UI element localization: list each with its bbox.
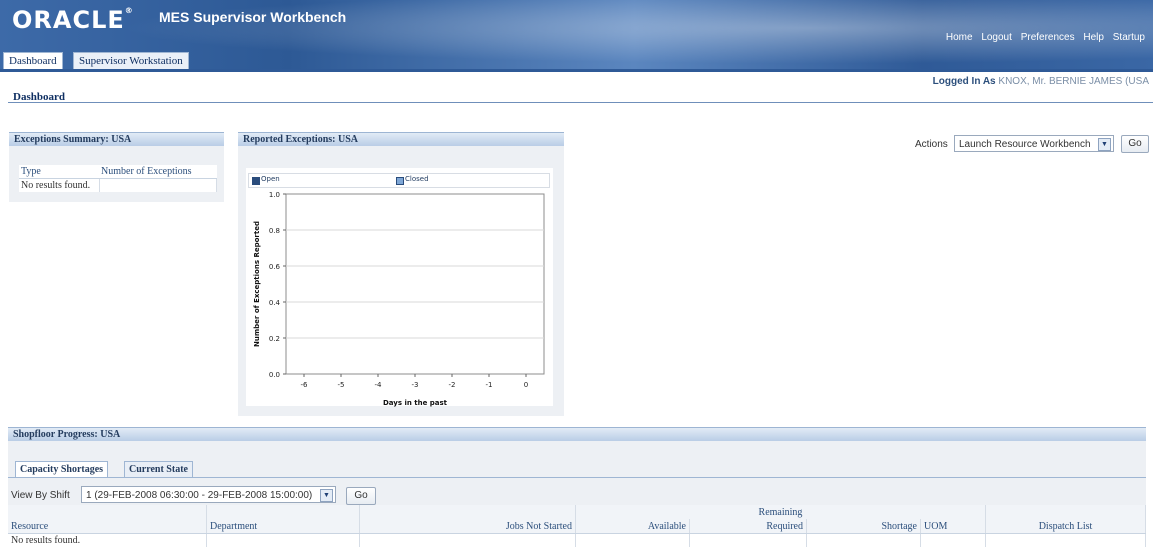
y-tick-label: 1.0 xyxy=(269,191,280,199)
empty-cell xyxy=(986,534,1146,547)
empty-message: No results found. xyxy=(8,534,207,547)
app-title: MES Supervisor Workbench xyxy=(159,9,346,25)
logged-in-label: Logged In As xyxy=(933,76,996,87)
x-tick-label: -4 xyxy=(375,381,383,389)
x-tick-label: -2 xyxy=(449,381,456,389)
legend-label-closed: Closed xyxy=(405,175,429,183)
link-startup[interactable]: Startup xyxy=(1113,32,1145,43)
y-axis-label: Number of Exceptions Reported xyxy=(253,221,261,347)
shift-select[interactable]: 1 (29-FEB-2008 06:30:00 - 29-FEB-2008 15… xyxy=(81,486,336,503)
empty-cell xyxy=(576,534,690,547)
empty-cell xyxy=(690,534,807,547)
y-tick-label: 0.6 xyxy=(269,263,281,271)
tab-supervisor-workstation[interactable]: Supervisor Workstation xyxy=(73,52,189,70)
empty-cell xyxy=(207,534,360,547)
column-header-resource[interactable]: Resource xyxy=(8,519,207,534)
x-axis-label: Days in the past xyxy=(383,399,448,407)
empty-message: No results found. xyxy=(19,179,99,193)
shopfloor-header: Shopfloor Progress: USA xyxy=(8,427,1146,441)
group-header-remaining: Remaining xyxy=(576,505,986,519)
page-title-divider xyxy=(8,102,1153,103)
x-tick-label: -3 xyxy=(412,381,419,389)
link-help[interactable]: Help xyxy=(1083,32,1104,43)
empty-cell xyxy=(360,534,576,547)
link-preferences[interactable]: Preferences xyxy=(1021,32,1075,43)
subtab-current-state[interactable]: Current State xyxy=(124,461,193,478)
x-tick-label: 0 xyxy=(524,381,528,389)
column-header-department[interactable]: Department xyxy=(207,519,360,534)
shift-label: View By Shift xyxy=(11,490,70,501)
header-spacer xyxy=(8,505,207,519)
header-spacer xyxy=(207,505,360,519)
link-logout[interactable]: Logout xyxy=(981,32,1012,43)
empty-cell xyxy=(921,534,986,547)
actions-label: Actions xyxy=(915,139,948,150)
column-header-dispatch-list[interactable]: Dispatch List xyxy=(986,519,1146,534)
tab-dashboard[interactable]: Dashboard xyxy=(3,52,63,70)
tab-bar-divider xyxy=(0,69,1153,72)
y-tick-label: 0.8 xyxy=(269,227,280,235)
legend-swatch-open xyxy=(252,177,260,185)
actions-go-button[interactable]: Go xyxy=(1121,135,1149,153)
link-home[interactable]: Home xyxy=(946,32,973,43)
column-header-type[interactable]: Type xyxy=(19,165,99,179)
subtab-divider xyxy=(8,477,1146,478)
logged-in-info: Logged In As KNOX, Mr. BERNIE JAMES (USA xyxy=(933,76,1149,87)
column-header-jobs-not-started[interactable]: Jobs Not Started xyxy=(360,519,576,534)
column-header-uom[interactable]: UOM xyxy=(921,519,986,534)
empty-cell xyxy=(99,179,217,193)
actions-select[interactable]: Launch Resource Workbench ▼ xyxy=(954,135,1114,152)
column-header-required[interactable]: Required xyxy=(690,519,807,534)
legend-swatch-closed xyxy=(396,177,404,185)
y-tick-label: 0.0 xyxy=(269,371,280,379)
shift-go-button[interactable]: Go xyxy=(346,487,376,505)
x-tick-label: -6 xyxy=(301,381,309,389)
shift-select-value: 1 (29-FEB-2008 06:30:00 - 29-FEB-2008 15… xyxy=(86,490,312,501)
chevron-down-icon[interactable]: ▼ xyxy=(1098,138,1111,151)
legend-label-open: Open xyxy=(261,175,280,183)
x-tick-label: -5 xyxy=(338,381,345,389)
logged-in-user: KNOX, Mr. BERNIE JAMES (USA xyxy=(998,76,1149,87)
column-header-number-of-exceptions[interactable]: Number of Exceptions xyxy=(99,165,217,179)
chevron-down-icon[interactable]: ▼ xyxy=(320,489,333,502)
oracle-logo: ORACLE® xyxy=(12,6,134,34)
header-spacer xyxy=(360,505,576,519)
empty-cell xyxy=(807,534,921,547)
column-header-available[interactable]: Available xyxy=(576,519,690,534)
header-spacer xyxy=(986,505,1146,519)
exceptions-summary-table: Type Number of Exceptions No results fou… xyxy=(19,165,217,192)
y-tick-label: 0.4 xyxy=(269,299,281,307)
table-row: No results found. xyxy=(19,179,217,193)
table-row: No results found. xyxy=(8,534,1146,547)
y-tick-label: 0.2 xyxy=(269,335,280,343)
plot-frame xyxy=(286,194,544,374)
shopfloor-table: Remaining Resource Department Jobs Not S… xyxy=(8,505,1146,547)
reported-exceptions-header: Reported Exceptions: USA xyxy=(238,132,564,146)
exceptions-chart: 0.0 0.2 0.4 0.6 0.8 1.0 -6 -5 -4 -3 -2 -1 0 Days in t… xyxy=(246,186,553,408)
actions-select-value: Launch Resource Workbench xyxy=(959,139,1091,150)
global-links: Home Logout Preferences Help Startup xyxy=(940,32,1145,43)
x-tick-label: -1 xyxy=(486,381,493,389)
column-header-shortage[interactable]: Shortage xyxy=(807,519,921,534)
subtab-capacity-shortages[interactable]: Capacity Shortages xyxy=(15,461,108,478)
exceptions-summary-header: Exceptions Summary: USA xyxy=(9,132,224,146)
